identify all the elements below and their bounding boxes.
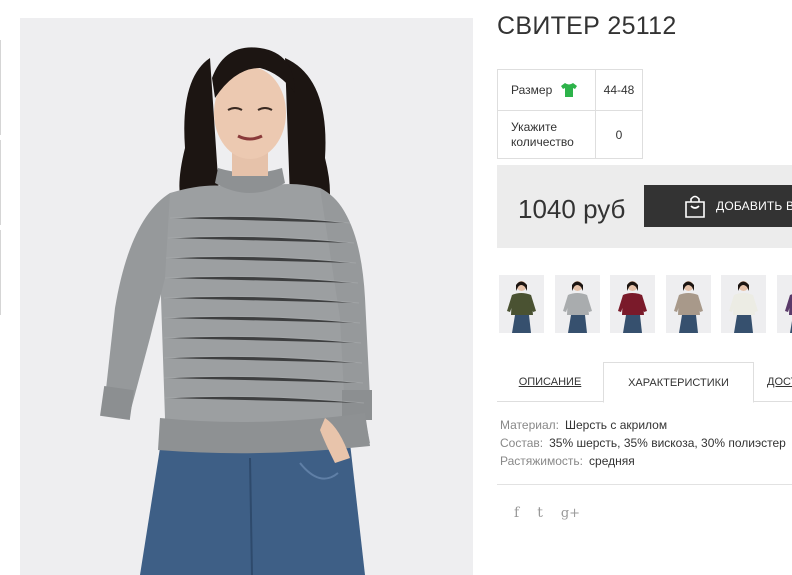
spec-value: Шерсть с акрилом (564, 418, 668, 432)
quantity-label-line1: Укажите (511, 119, 558, 134)
thumbnail-image (554, 275, 600, 333)
quantity-label-line2: количество (511, 134, 574, 149)
product-title: СВИТЕР 25112 (497, 12, 677, 40)
divider (497, 484, 792, 485)
page-edge-line (0, 140, 1, 225)
product-main-image[interactable] (20, 18, 473, 575)
social-share: f t g+ (514, 505, 580, 521)
tab-description[interactable]: ОПИСАНИЕ (497, 362, 603, 402)
quantity-label-cell: Укажите количество (497, 110, 596, 159)
shopping-bag-icon (685, 195, 705, 218)
add-to-cart-button[interactable]: ДОБАВИТЬ В КОРЗИНУ (644, 185, 792, 227)
price-box: 1040 руб ДОБАВИТЬ В КОРЗИНУ (497, 165, 792, 248)
quantity-input[interactable]: 0 (595, 110, 643, 159)
spec-key: Растяжимость: (500, 454, 584, 468)
spec-value: средняя (589, 454, 635, 468)
spec-key: Состав: (500, 436, 544, 450)
tab-more[interactable]: ДОСТАВКА (767, 362, 792, 402)
price-value: 1040 руб (518, 194, 626, 224)
size-row: Размер 44-48 (497, 69, 643, 111)
characteristics-list: Материал: Шерсть с акрилом Состав: 35% шер… (500, 416, 786, 470)
thumbnail-olive-sweater[interactable] (499, 275, 544, 333)
quantity-row: Укажите количество 0 (497, 110, 643, 159)
product-tabs: ОПИСАНИЕ ХАРАКТЕРИСТИКИ ДОСТАВКА (497, 362, 792, 403)
add-to-cart-label: ДОБАВИТЬ В КОРЗИНУ (716, 199, 792, 213)
thumbnail-image (499, 275, 544, 333)
tab-characteristics[interactable]: ХАРАКТЕРИСТИКИ (603, 362, 754, 403)
model-photo (20, 18, 473, 575)
product-options-table: Размер 44-48 Укажите количество 0 (497, 69, 643, 159)
spec-material: Материал: Шерсть с акрилом (500, 416, 786, 434)
page-edge-line (0, 40, 1, 135)
thumbnail-strip (499, 275, 792, 335)
thumbnail-image (721, 275, 766, 333)
size-label-cell: Размер (497, 69, 596, 111)
thumbnail-image (665, 275, 711, 333)
thumbnail-purple-sweater[interactable] (776, 275, 792, 333)
twitter-icon[interactable]: t (537, 505, 543, 521)
thumbnail-image (776, 275, 792, 333)
thumbnail-burgundy-sweater[interactable] (610, 275, 655, 333)
spec-composition: Состав: 35% шерсть, 35% вискоза, 30% поли… (500, 434, 786, 452)
page-edge-line (0, 230, 1, 315)
facebook-icon[interactable]: f (514, 505, 519, 521)
spec-key: Материал: (500, 418, 559, 432)
size-label: Размер (511, 83, 553, 97)
thumbnail-grey-sweater[interactable] (554, 275, 600, 333)
thumbnail-white-sweater[interactable] (721, 275, 766, 333)
thumbnail-image (610, 275, 655, 333)
shirt-icon[interactable] (560, 82, 578, 98)
size-value[interactable]: 44-48 (595, 69, 643, 111)
spec-stretch: Растяжимость: средняя (500, 452, 786, 470)
google-plus-icon[interactable]: g+ (561, 506, 580, 521)
thumbnail-beige-sweater[interactable] (665, 275, 711, 333)
spec-value: 35% шерсть, 35% вискоза, 30% полиэстер (549, 436, 786, 450)
